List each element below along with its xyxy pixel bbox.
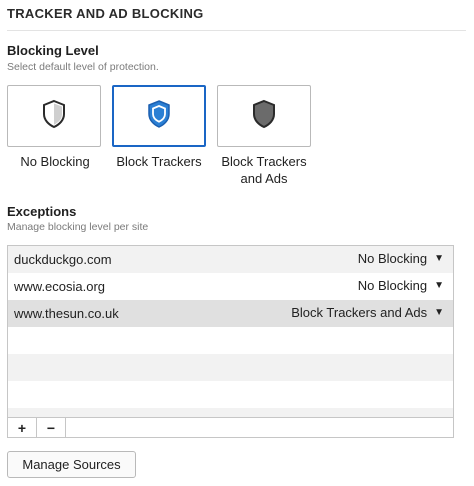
blocking-level-subtitle: Select default level of protection.	[7, 61, 159, 73]
exception-site: www.thesun.co.uk	[14, 306, 119, 321]
shield-blue-icon	[146, 99, 172, 134]
exception-level-value: No Blocking	[357, 278, 428, 293]
exception-row[interactable]: www.ecosia.org No Blocking ▼	[8, 273, 453, 300]
exception-row[interactable]: duckduckgo.com No Blocking ▼	[8, 246, 453, 273]
shield-outline-icon	[41, 99, 67, 134]
empty-row	[8, 354, 453, 381]
exceptions-subtitle: Manage blocking level per site	[7, 221, 149, 233]
blocking-option-label: Block Trackers	[116, 154, 202, 169]
empty-row	[8, 327, 453, 354]
remove-exception-button[interactable]: −	[37, 418, 66, 437]
blocking-option-block-trackers[interactable]	[112, 85, 206, 147]
exceptions-title: Exceptions	[7, 204, 77, 219]
exception-site: www.ecosia.org	[14, 279, 106, 294]
section-divider	[7, 30, 466, 31]
dropdown-arrow-icon: ▼	[434, 253, 444, 264]
exception-level-select[interactable]: No Blocking ▼	[358, 278, 444, 293]
add-exception-button[interactable]: +	[8, 418, 37, 437]
blocking-option-label: Block Trackers and Ads	[221, 154, 307, 186]
exception-row[interactable]: www.thesun.co.uk Block Trackers and Ads …	[8, 300, 453, 327]
empty-row	[8, 381, 453, 408]
blocking-option-label: No Blocking	[20, 154, 90, 169]
section-title: TRACKER AND AD BLOCKING	[7, 6, 204, 21]
exception-level-select[interactable]: Block Trackers and Ads ▼	[291, 305, 444, 320]
dropdown-arrow-icon: ▼	[434, 280, 444, 291]
exception-level-value: No Blocking	[357, 251, 428, 266]
blocking-level-title: Blocking Level	[7, 43, 99, 58]
manage-sources-button[interactable]: Manage Sources	[7, 451, 136, 478]
exception-site: duckduckgo.com	[14, 252, 112, 267]
exceptions-list[interactable]: duckduckgo.com No Blocking ▼ www.ecosia.…	[7, 245, 454, 438]
blocking-option-no-blocking[interactable]	[7, 85, 101, 147]
exception-level-value: Block Trackers and Ads	[291, 305, 428, 320]
exception-level-select[interactable]: No Blocking ▼	[358, 251, 444, 266]
shield-dark-icon	[251, 99, 277, 134]
tracker-ad-blocking-panel: TRACKER AND AD BLOCKING Blocking Level S…	[0, 0, 474, 486]
blocking-option-block-trackers-ads[interactable]	[217, 85, 311, 147]
exceptions-toolbar: + −	[8, 417, 453, 437]
dropdown-arrow-icon: ▼	[434, 307, 444, 318]
